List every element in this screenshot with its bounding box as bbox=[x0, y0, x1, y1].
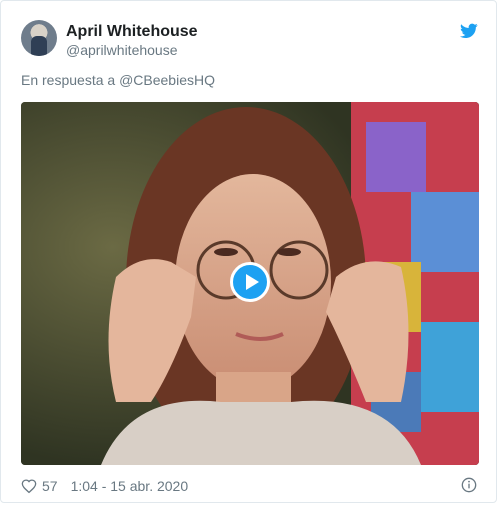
tweet-timestamp[interactable]: 1:04 - 15 abr. 2020 bbox=[71, 478, 189, 494]
heart-icon[interactable] bbox=[21, 478, 37, 494]
avatar[interactable] bbox=[21, 20, 57, 56]
embedded-tweet-card: April Whitehouse @aprilwhitehouse En res… bbox=[0, 0, 497, 503]
twitter-bird-icon[interactable] bbox=[460, 23, 478, 39]
author-name[interactable]: April Whitehouse bbox=[66, 22, 198, 41]
reply-mention-link[interactable]: @CBeebiesHQ bbox=[119, 72, 215, 88]
info-icon[interactable] bbox=[461, 477, 477, 493]
author-handle[interactable]: @aprilwhitehouse bbox=[66, 42, 178, 59]
play-icon bbox=[245, 274, 259, 290]
like-count[interactable]: 57 bbox=[42, 478, 58, 494]
play-button[interactable] bbox=[230, 262, 270, 302]
tweet-footer: 57 1:04 - 15 abr. 2020 bbox=[21, 476, 188, 496]
reply-prefix: En respuesta a bbox=[21, 72, 116, 88]
reply-context: En respuesta a @CBeebiesHQ bbox=[21, 71, 215, 89]
